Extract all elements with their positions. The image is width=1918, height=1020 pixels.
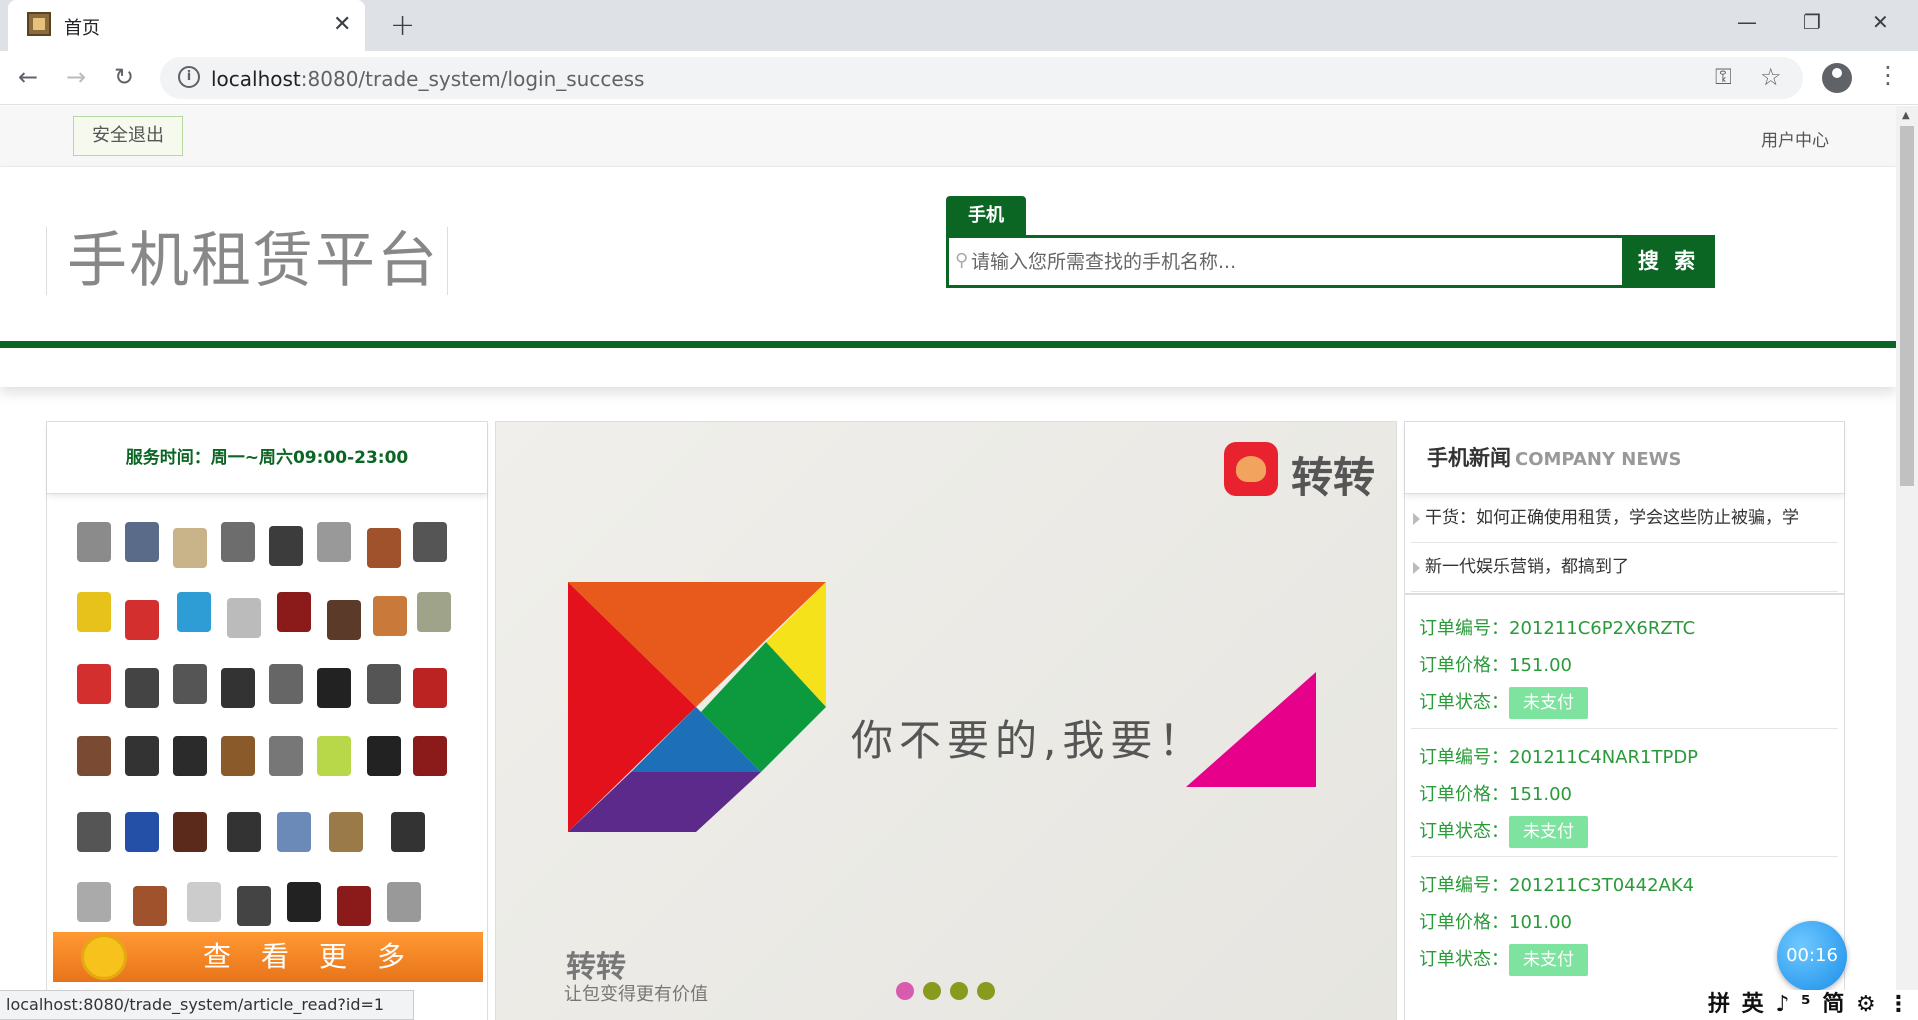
news-list: 干货：如何正确使用租赁，学会这些防止被骗，学 新一代娱乐营销，都搞到了 [1405, 494, 1844, 592]
browser-tab[interactable]: 首页 ✕ [8, 0, 365, 51]
order-price-row: 订单价格：151.00 [1419, 776, 1838, 813]
order-number: 201211C4NAR1TPDP [1509, 747, 1699, 768]
order-price-row: 订单价格：101.00 [1419, 904, 1838, 941]
search-input[interactable] [971, 246, 1591, 278]
view-more-button[interactable]: 查看更多 [53, 932, 483, 982]
order-price-label: 订单价格： [1419, 784, 1509, 805]
order-status-label: 订单状态： [1419, 821, 1509, 842]
order-card: 订单编号：201211C6P2X6RZTC 订单价格：151.00 订单状态：未… [1411, 600, 1838, 728]
order-number-row: 订单编号：201211C3T0442AK4 [1419, 867, 1838, 904]
user-center-link[interactable]: 用户中心 [1761, 126, 1829, 151]
scrollbar-thumb[interactable] [1900, 126, 1914, 486]
order-number: 201211C3T0442AK4 [1509, 875, 1695, 896]
order-price: 151.00 [1509, 655, 1572, 676]
top-strip: 安全退出 用户中心 [0, 106, 1896, 167]
order-price-label: 订单价格： [1419, 655, 1509, 676]
header-divider [0, 341, 1896, 348]
site-header: 手机租赁平台 手机 ⚲ 搜 索 [0, 167, 1896, 387]
url-host: localhost [211, 67, 301, 91]
forward-icon[interactable]: → [66, 63, 86, 91]
back-icon[interactable]: ← [18, 63, 38, 91]
clock-icon [81, 934, 127, 980]
news-item[interactable]: 干货：如何正确使用租赁，学会这些防止被骗，学 [1411, 494, 1838, 543]
window-close-icon[interactable]: ✕ [1872, 10, 1889, 34]
address-bar[interactable]: i localhost:8080/trade_system/login_succ… [160, 57, 1803, 99]
news-title: 手机新闻 [1427, 446, 1511, 470]
order-number-label: 订单编号： [1419, 618, 1509, 639]
site-info-icon[interactable]: i [178, 66, 200, 88]
page-scrollbar[interactable]: ▲ [1896, 106, 1918, 1020]
minimize-icon[interactable]: — [1737, 10, 1757, 34]
order-number: 201211C6P2X6RZTC [1509, 618, 1696, 639]
recording-timer[interactable]: 00:16 [1777, 921, 1847, 991]
search-box: ⚲ 搜 索 [946, 235, 1715, 288]
carousel-dots [896, 982, 1004, 1004]
page-content: 安全退出 用户中心 手机租赁平台 手机 ⚲ 搜 索 服务时间：周一~周六09:0… [0, 106, 1896, 1020]
ime-toolbar[interactable]: 拼 英 ♪ ⁵ 简 ⚙ ⋮ [1694, 990, 1918, 1020]
news-header: 手机新闻 COMPANY NEWS [1405, 422, 1844, 494]
logout-button[interactable]: 安全退出 [73, 116, 183, 156]
status-badge[interactable]: 未支付 [1509, 816, 1588, 848]
order-status-label: 订单状态： [1419, 692, 1509, 713]
order-list: 订单编号：201211C6P2X6RZTC 订单价格：151.00 订单状态：未… [1405, 600, 1844, 984]
order-number-label: 订单编号： [1419, 747, 1509, 768]
bookmark-star-icon[interactable]: ☆ [1760, 63, 1782, 91]
order-price-row: 订单价格：151.00 [1419, 647, 1838, 684]
browser-tab-bar: 首页 ✕ + — ❐ ✕ [0, 0, 1918, 51]
status-badge[interactable]: 未支付 [1509, 944, 1588, 976]
key-icon[interactable]: ⚿ [1715, 65, 1732, 90]
browser-toolbar: ← → ↻ i localhost:8080/trade_system/logi… [0, 51, 1918, 105]
news-panel: 手机新闻 COMPANY NEWS 干货：如何正确使用租赁，学会这些防止被骗，学 … [1404, 421, 1845, 1020]
browser-menu-icon[interactable]: ⋮ [1876, 61, 1900, 89]
banner-slogan: 你不要的,我要！ [851, 716, 1207, 765]
news-item[interactable]: 新一代娱乐营销，都搞到了 [1411, 543, 1838, 592]
order-price: 151.00 [1509, 784, 1572, 805]
service-hours: 服务时间：周一~周六09:00-23:00 [47, 422, 487, 494]
order-status-row: 订单状态： 未支付 [1419, 684, 1838, 721]
profile-avatar-icon[interactable] [1822, 63, 1852, 93]
tab-title: 首页 [64, 18, 100, 39]
banner-carousel[interactable]: 转转 你不要的,我要！ 转转 让包变得更有价值 [495, 421, 1397, 1020]
news-title-en: COMPANY NEWS [1515, 449, 1682, 470]
carousel-dot[interactable] [977, 982, 995, 1000]
order-card: 订单编号：201211C4NAR1TPDP 订单价格：151.00 订单状态：未… [1411, 728, 1838, 856]
new-tab-icon[interactable]: + [390, 8, 415, 43]
carousel-dot[interactable] [950, 982, 968, 1000]
site-title: 手机租赁平台 [46, 227, 448, 295]
office-supplies-image [77, 522, 457, 926]
carousel-dot[interactable] [923, 982, 941, 1000]
carousel-dot[interactable] [896, 982, 914, 1000]
news-separator [1405, 593, 1844, 595]
order-number-label: 订单编号： [1419, 875, 1509, 896]
left-panel: 服务时间：周一~周六09:00-23:00 查看更多 [46, 421, 488, 1020]
search-category-tab[interactable]: 手机 [946, 196, 1026, 236]
search-button[interactable]: 搜 索 [1622, 235, 1715, 288]
order-status-label: 订单状态： [1419, 949, 1509, 970]
order-number-row: 订单编号：201211C4NAR1TPDP [1419, 739, 1838, 776]
order-status-row: 订单状态： 未支付 [1419, 813, 1838, 850]
search-icon: ⚲ [955, 250, 969, 271]
scroll-up-icon[interactable]: ▲ [1902, 110, 1910, 121]
status-badge[interactable]: 未支付 [1509, 687, 1588, 719]
order-number-row: 订单编号：201211C6P2X6RZTC [1419, 610, 1838, 647]
reload-icon[interactable]: ↻ [114, 63, 134, 91]
order-price: 101.00 [1509, 912, 1572, 933]
order-card: 订单编号：201211C3T0442AK4 订单价格：101.00 订单状态：未… [1411, 856, 1838, 984]
url-text[interactable]: localhost:8080/trade_system/login_succes… [211, 67, 644, 91]
view-more-label: 查看更多 [203, 940, 436, 973]
banner-brand-subtitle: 让包变得更有价值 [564, 984, 708, 1005]
close-tab-icon[interactable]: ✕ [333, 12, 351, 37]
status-url: localhost:8080/trade_system/article_read… [0, 990, 414, 1020]
order-status-row: 订单状态： 未支付 [1419, 941, 1838, 978]
restore-icon[interactable]: ❐ [1803, 10, 1821, 34]
favicon-icon [27, 12, 51, 36]
url-path: :8080/trade_system/login_success [300, 67, 645, 91]
order-price-label: 订单价格： [1419, 912, 1509, 933]
